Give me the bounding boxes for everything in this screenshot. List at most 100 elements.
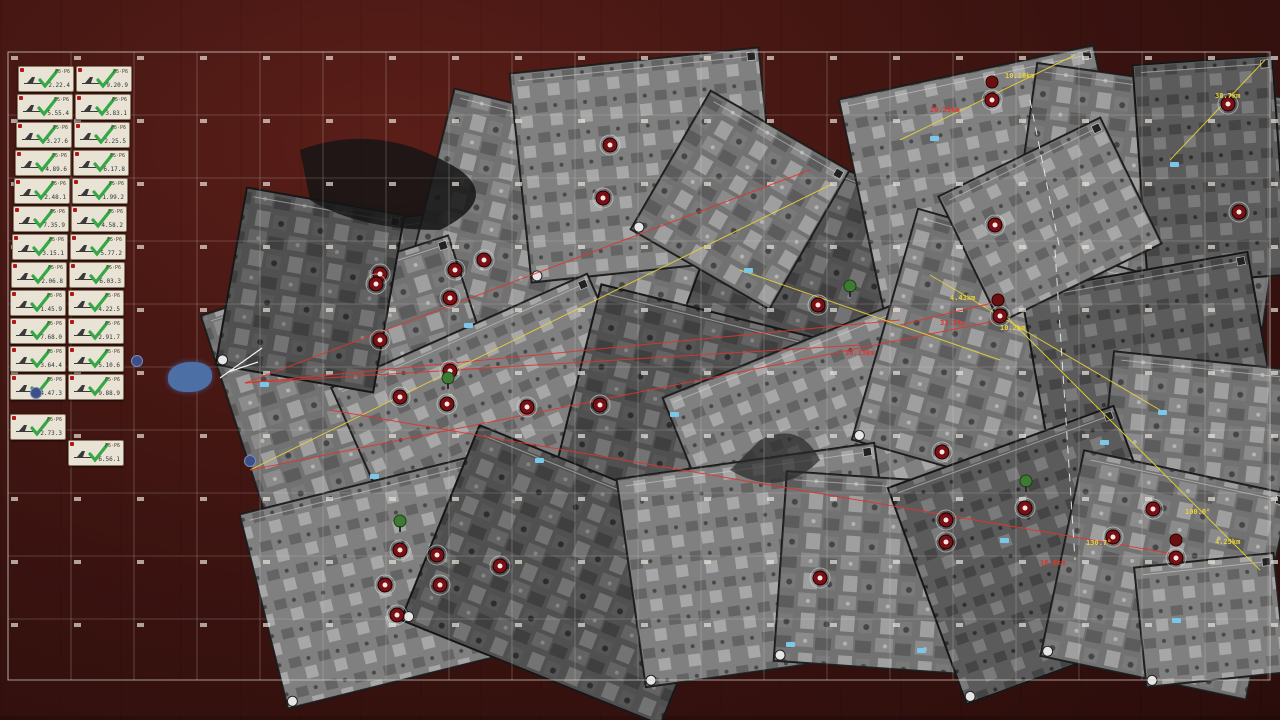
- grid-coordinate-tag: [893, 119, 900, 123]
- target-marker-icon[interactable]: [439, 287, 461, 309]
- target-marker-icon[interactable]: [389, 386, 411, 408]
- enemy-pin-icon[interactable]: [1169, 533, 1183, 547]
- target-marker-icon[interactable]: [429, 574, 451, 596]
- card-code: F5·P6: [50, 181, 66, 187]
- photo-card[interactable]: F5·P6 4.58.2: [71, 206, 127, 232]
- target-marker-icon[interactable]: [935, 531, 957, 553]
- photo-card[interactable]: F5·P6 2.91.7: [68, 318, 124, 344]
- grid-coordinate-tag: [1019, 623, 1026, 627]
- target-marker-icon[interactable]: [386, 604, 408, 626]
- grid-coordinate-tag: [1082, 119, 1089, 123]
- target-marker-icon[interactable]: [426, 544, 448, 566]
- grid-coordinate-tag: [263, 497, 270, 501]
- photo-card[interactable]: F5·P6 4.22.5: [68, 290, 124, 316]
- reconnaissance-map[interactable]: 10.18km 20.29km 100.0° 38.7km 4.43km 33.3km 10…: [0, 0, 1280, 720]
- target-marker-icon[interactable]: [473, 249, 495, 271]
- photo-label-tag: [370, 474, 379, 479]
- photo-card[interactable]: F5·P6 3.64.4: [10, 346, 66, 372]
- grid-coordinate-tag: [830, 56, 837, 60]
- photo-card[interactable]: F5·P6 3.27.6: [16, 122, 72, 148]
- aerial-photo[interactable]: [1131, 54, 1280, 286]
- enemy-pin-icon[interactable]: [991, 293, 1005, 307]
- photo-card[interactable]: F5·P6 6.03.3: [69, 262, 125, 288]
- grid-coordinate-tag: [515, 245, 522, 249]
- photo-card[interactable]: F5·P6 2.22.4: [18, 66, 74, 92]
- target-marker-icon[interactable]: [436, 393, 458, 415]
- target-marker-icon[interactable]: [592, 187, 614, 209]
- grid-coordinate-tag: [1145, 182, 1152, 186]
- photo-card[interactable]: F5·P6 6.56.1: [68, 440, 124, 466]
- target-marker-icon[interactable]: [599, 134, 621, 156]
- target-marker-icon[interactable]: [374, 574, 396, 596]
- photo-corner-icon: [1261, 557, 1271, 567]
- target-marker-icon[interactable]: [1165, 547, 1187, 569]
- target-marker-icon[interactable]: [1014, 497, 1036, 519]
- unit-marker-icon[interactable]: [131, 355, 143, 367]
- grid-coordinate-tag: [200, 623, 207, 627]
- photo-card[interactable]: F5·P6 4.89.6: [15, 150, 71, 176]
- photo-card[interactable]: F5·P6 7.68.0: [10, 318, 66, 344]
- grid-coordinate-tag: [1271, 308, 1278, 312]
- photo-card[interactable]: F5·P6 7.35.9: [13, 206, 69, 232]
- photo-pin-icon[interactable]: [531, 270, 543, 282]
- target-marker-icon[interactable]: [984, 214, 1006, 236]
- photo-card[interactable]: F5·P6 1.99.2: [72, 178, 128, 204]
- photo-card[interactable]: F5·P6 2.25.5: [74, 122, 130, 148]
- target-marker-icon[interactable]: [935, 509, 957, 531]
- photo-card[interactable]: F5·P6 2.06.8: [11, 262, 67, 288]
- card-value: 7.35.9: [43, 222, 65, 229]
- target-marker-icon[interactable]: [389, 539, 411, 561]
- photo-card[interactable]: F5·P6 2.73.3: [10, 414, 66, 440]
- photo-card[interactable]: F5·P6 9.88.9: [68, 374, 124, 400]
- photo-pin-icon[interactable]: [774, 649, 786, 661]
- grid-coordinate-tag: [893, 434, 900, 438]
- photo-card[interactable]: F5·P6 5.55.4: [17, 94, 73, 120]
- photo-card[interactable]: F5·P6 5.10.6: [68, 346, 124, 372]
- aerial-photo[interactable]: [1133, 551, 1280, 689]
- enemy-pin-icon[interactable]: [985, 75, 999, 89]
- target-marker-icon[interactable]: [369, 329, 391, 351]
- grid-coordinate-tag: [200, 434, 207, 438]
- aircraft-icon[interactable]: [168, 362, 212, 392]
- photo-card[interactable]: F5·P6 3.83.1: [75, 94, 131, 120]
- photo-card[interactable]: F5·P6 6.17.8: [73, 150, 129, 176]
- photo-label-tag: [917, 648, 926, 653]
- grid-coordinate-tag: [956, 497, 963, 501]
- grid-coordinate-tag: [263, 560, 270, 564]
- range-distance-label: 100.0°: [1185, 508, 1210, 516]
- photo-card[interactable]: F5·P6 1.45.9: [10, 290, 66, 316]
- photo-card[interactable]: F5·P6 3.15.1: [12, 234, 68, 260]
- target-marker-icon[interactable]: [981, 89, 1003, 111]
- grid-coordinate-tag: [1019, 245, 1026, 249]
- photo-corner-icon: [746, 51, 756, 61]
- grid-coordinate-tag: [1145, 245, 1152, 249]
- card-value: 5.77.2: [100, 250, 122, 257]
- target-marker-icon[interactable]: [989, 305, 1011, 327]
- grid-coordinate-tag: [1019, 56, 1026, 60]
- target-marker-icon[interactable]: [1142, 498, 1164, 520]
- photo-card[interactable]: F5·P6 9.20.9: [76, 66, 132, 92]
- card-flag-icon: [19, 96, 23, 100]
- unit-marker-icon[interactable]: [30, 387, 42, 399]
- grid-coordinate-tag: [641, 308, 648, 312]
- unit-marker-icon[interactable]: [244, 455, 256, 467]
- target-marker-icon[interactable]: [444, 259, 466, 281]
- target-marker-icon[interactable]: [589, 394, 611, 416]
- target-marker-icon[interactable]: [807, 294, 829, 316]
- photo-card[interactable]: F5·P6 2.48.1: [14, 178, 70, 204]
- target-marker-icon[interactable]: [516, 396, 538, 418]
- target-marker-icon[interactable]: [1228, 201, 1250, 223]
- card-code: F5·P6: [104, 349, 120, 355]
- card-flag-icon: [73, 208, 77, 212]
- grid-coordinate-tag: [1145, 308, 1152, 312]
- target-marker-icon[interactable]: [809, 567, 831, 589]
- grid-coordinate-tag: [74, 56, 81, 60]
- photo-card[interactable]: F5·P6 5.77.2: [70, 234, 126, 260]
- grid-coordinate-tag: [74, 623, 81, 627]
- target-marker-icon[interactable]: [365, 273, 387, 295]
- grid-coordinate-tag: [578, 497, 585, 501]
- target-marker-icon[interactable]: [489, 555, 511, 577]
- card-code: F5·P6: [46, 293, 62, 299]
- target-marker-icon[interactable]: [931, 441, 953, 463]
- card-value: 5.55.4: [47, 110, 69, 117]
